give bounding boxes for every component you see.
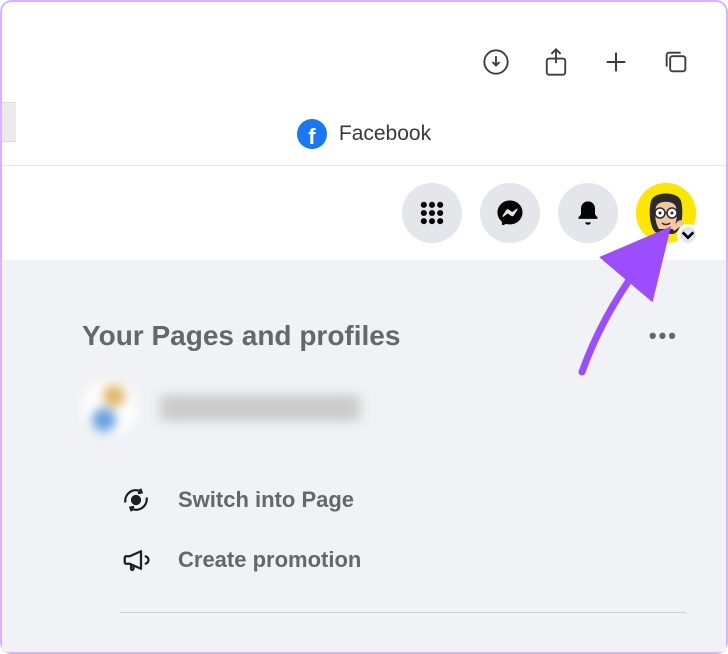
switch-into-page-button[interactable]: Switch into Page	[82, 470, 686, 530]
messenger-button[interactable]	[480, 183, 540, 243]
share-icon[interactable]	[541, 47, 571, 77]
tab-title: Facebook	[339, 122, 431, 146]
menu-grid-button[interactable]	[402, 183, 462, 243]
chevron-down-icon	[677, 224, 699, 246]
profile-avatar-button[interactable]	[636, 183, 696, 243]
page-item[interactable]	[82, 380, 686, 436]
megaphone-icon	[120, 544, 152, 576]
create-promotion-button[interactable]: Create promotion	[82, 530, 686, 590]
switch-account-icon	[120, 484, 152, 516]
more-options-button[interactable]: •••	[649, 323, 686, 349]
facebook-logo-icon: f	[297, 119, 327, 149]
tab-edge-indicator	[2, 102, 16, 142]
section-title: Your Pages and profiles	[82, 320, 400, 352]
new-tab-icon[interactable]	[601, 47, 631, 77]
browser-toolbar	[2, 2, 726, 102]
browser-tab[interactable]: f Facebook	[2, 102, 726, 165]
promote-label: Create promotion	[178, 547, 361, 573]
messenger-icon	[495, 198, 525, 228]
facebook-header	[2, 165, 726, 260]
switch-label: Switch into Page	[178, 487, 354, 513]
grid-icon	[418, 199, 446, 227]
page-thumbnail	[82, 380, 138, 436]
section-divider	[120, 612, 686, 613]
downloads-icon[interactable]	[481, 47, 511, 77]
notifications-button[interactable]	[558, 183, 618, 243]
tabs-overview-icon[interactable]	[661, 47, 691, 77]
bell-icon	[574, 199, 602, 227]
pages-profiles-panel: Your Pages and profiles ••• Switch into …	[2, 260, 726, 652]
page-name-redacted	[160, 395, 360, 421]
